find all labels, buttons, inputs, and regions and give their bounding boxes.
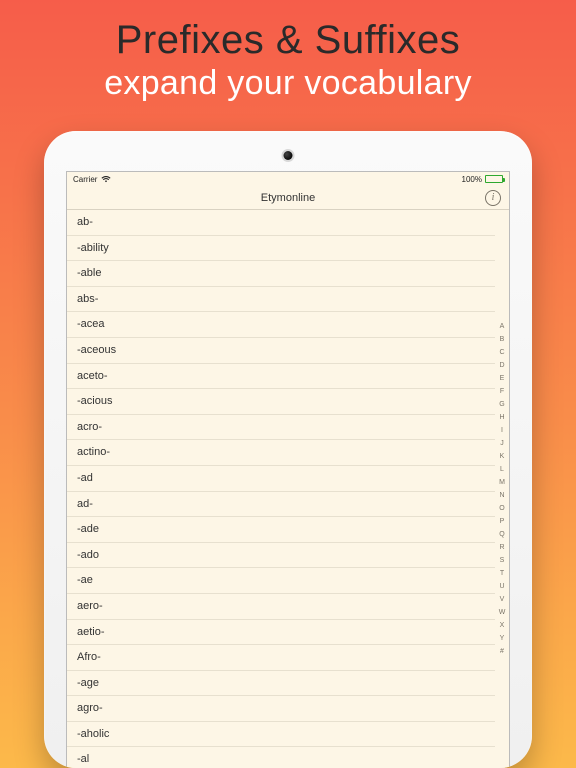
- list-item[interactable]: -ado: [67, 543, 495, 569]
- list-item[interactable]: -acious: [67, 389, 495, 415]
- list-item[interactable]: acro-: [67, 415, 495, 441]
- list-item[interactable]: agro-: [67, 696, 495, 722]
- index-letter[interactable]: E: [500, 372, 505, 385]
- carrier-text: Carrier: [73, 175, 97, 184]
- list-item[interactable]: Afro-: [67, 645, 495, 671]
- index-letter[interactable]: S: [500, 554, 505, 567]
- list-item[interactable]: -aceous: [67, 338, 495, 364]
- content-area: ab--ability-ableabs--acea-aceousaceto--a…: [67, 210, 509, 768]
- page-title: Etymonline: [261, 192, 315, 204]
- list-item[interactable]: abs-: [67, 287, 495, 313]
- index-letter[interactable]: V: [500, 593, 505, 606]
- device-frame: Carrier 100% Etymonline i ab--ability-ab…: [44, 131, 532, 768]
- index-letter[interactable]: P: [500, 515, 505, 528]
- list-item[interactable]: -acea: [67, 312, 495, 338]
- index-letter[interactable]: J: [500, 437, 504, 450]
- list-item[interactable]: ab-: [67, 210, 495, 236]
- index-letter[interactable]: F: [500, 385, 504, 398]
- index-letter[interactable]: U: [499, 580, 504, 593]
- promo-stage: Prefixes & Suffixes expand your vocabula…: [0, 0, 576, 768]
- index-letter[interactable]: X: [500, 619, 505, 632]
- index-letter[interactable]: M: [499, 476, 505, 489]
- index-letter[interactable]: R: [499, 541, 504, 554]
- index-letter[interactable]: I: [501, 424, 503, 437]
- index-letter[interactable]: T: [500, 567, 504, 580]
- index-letter[interactable]: H: [499, 411, 504, 424]
- list-item[interactable]: -aholic: [67, 722, 495, 748]
- promo-subtitle: expand your vocabulary: [104, 64, 472, 103]
- index-letter[interactable]: D: [499, 359, 504, 372]
- camera-dot: [284, 151, 293, 160]
- index-letter[interactable]: G: [499, 398, 504, 411]
- list-item[interactable]: -able: [67, 261, 495, 287]
- nav-bar: Etymonline i: [67, 186, 509, 210]
- index-letter[interactable]: L: [500, 463, 504, 476]
- index-letter[interactable]: A: [500, 320, 505, 333]
- index-letter[interactable]: O: [499, 502, 504, 515]
- wifi-icon: [101, 175, 111, 183]
- list-item[interactable]: -age: [67, 671, 495, 697]
- list-item[interactable]: -al: [67, 747, 495, 768]
- index-letter[interactable]: K: [500, 450, 505, 463]
- index-letter[interactable]: W: [499, 606, 506, 619]
- status-right: 100%: [462, 175, 503, 184]
- status-left: Carrier: [73, 175, 111, 184]
- promo-text: Prefixes & Suffixes expand your vocabula…: [104, 18, 472, 103]
- battery-icon: [485, 175, 503, 183]
- index-letter[interactable]: Q: [499, 528, 504, 541]
- promo-title: Prefixes & Suffixes: [104, 18, 472, 62]
- index-letter[interactable]: Y: [500, 632, 505, 645]
- index-letter[interactable]: #: [500, 645, 504, 658]
- list-item[interactable]: -ae: [67, 568, 495, 594]
- list-item[interactable]: -ade: [67, 517, 495, 543]
- section-index[interactable]: ABCDEFGHIJKLMNOPQRSTUVWXY#: [495, 210, 509, 768]
- list-item[interactable]: -ability: [67, 236, 495, 262]
- list-item[interactable]: -ad: [67, 466, 495, 492]
- index-letter[interactable]: N: [499, 489, 504, 502]
- list-item[interactable]: aero-: [67, 594, 495, 620]
- list-item[interactable]: aceto-: [67, 364, 495, 390]
- list-item[interactable]: ad-: [67, 492, 495, 518]
- list-item[interactable]: actino-: [67, 440, 495, 466]
- app-screen: Carrier 100% Etymonline i ab--ability-ab…: [66, 171, 510, 768]
- affix-list[interactable]: ab--ability-ableabs--acea-aceousaceto--a…: [67, 210, 495, 768]
- battery-text: 100%: [462, 175, 482, 184]
- index-letter[interactable]: C: [499, 346, 504, 359]
- status-bar: Carrier 100%: [67, 172, 509, 186]
- info-button[interactable]: i: [485, 190, 501, 206]
- list-item[interactable]: aetio-: [67, 620, 495, 646]
- index-letter[interactable]: B: [500, 333, 505, 346]
